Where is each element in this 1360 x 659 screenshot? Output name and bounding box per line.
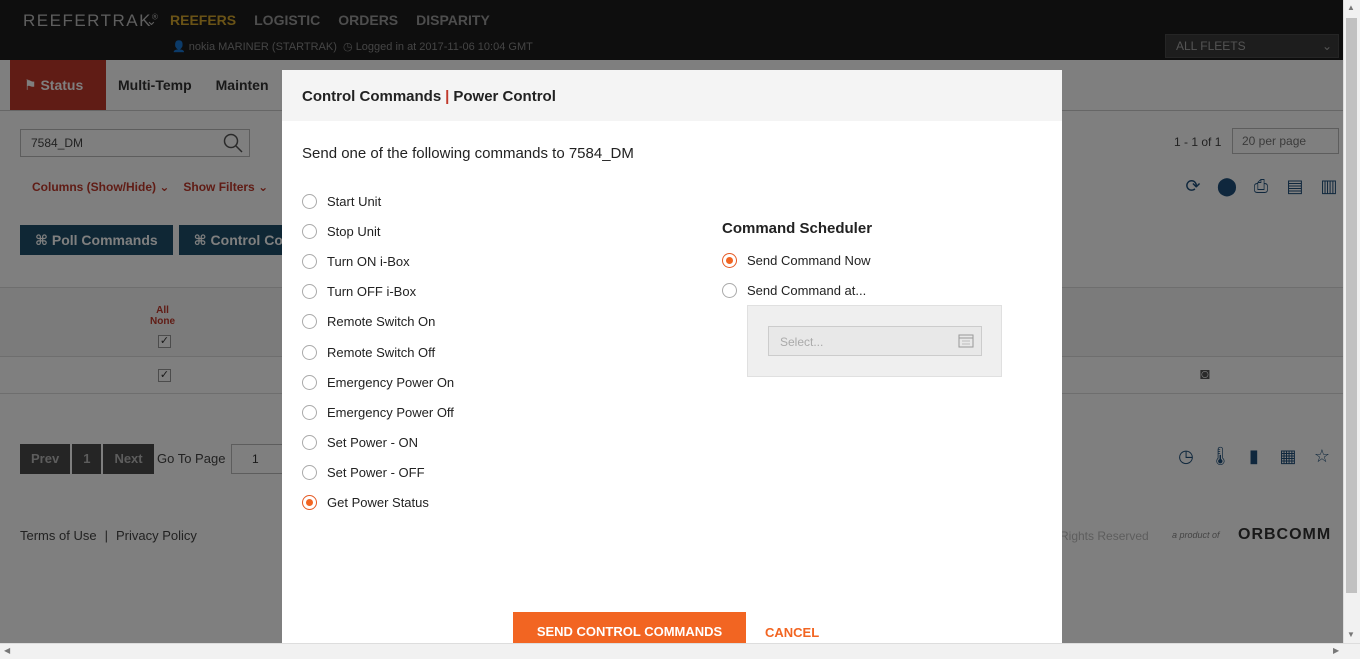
modal-intro: Send one of the following commands to 75… [302,145,634,162]
scroll-down-arrow-icon[interactable]: ▼ [1347,630,1355,639]
command-label: Remote Switch Off [327,344,436,360]
schedule-panel: Select... [747,305,1002,377]
command-option[interactable]: Start Unit [302,186,454,216]
command-label: Set Power - ON [327,435,419,451]
command-option[interactable]: Stop Unit [302,216,454,246]
calendar-icon[interactable] [957,332,975,350]
command-label: Stop Unit [327,223,381,239]
send-now-option[interactable]: Send Command Now [722,245,871,275]
command-label: Start Unit [327,193,382,209]
command-label: Remote Switch On [327,314,436,330]
command-radio[interactable] [302,465,317,481]
command-radio[interactable] [302,374,317,390]
command-option[interactable]: Set Power - ON [302,428,454,458]
command-option[interactable]: Remote Switch On [302,307,454,337]
send-control-commands-button[interactable]: SEND CONTROL COMMANDS [513,612,746,643]
send-now-radio[interactable] [722,252,737,268]
command-option[interactable]: Remote Switch Off [302,337,454,367]
scroll-up-arrow-icon[interactable]: ▲ [1347,3,1355,12]
command-option[interactable]: Emergency Power On [302,367,454,397]
command-radio[interactable] [302,284,317,300]
modal-title: Control Commands | Power Control [282,70,1062,121]
command-radio[interactable] [302,314,317,330]
command-radio[interactable] [302,344,317,360]
schedule-date-input[interactable]: Select... [768,326,982,356]
command-radio[interactable] [302,253,317,269]
command-radio[interactable] [302,495,317,511]
cancel-button[interactable]: CANCEL [765,625,819,640]
command-radio[interactable] [302,435,317,451]
scheduler-options: Send Command Now Send Command at... [722,245,871,305]
command-label: Emergency Power Off [327,404,454,420]
vertical-scroll-thumb[interactable] [1346,18,1357,593]
command-option[interactable]: Turn ON i-Box [302,246,454,276]
command-option[interactable]: Get Power Status [302,488,454,518]
command-option[interactable]: Emergency Power Off [302,397,454,427]
command-label: Set Power - OFF [327,465,425,481]
send-at-option[interactable]: Send Command at... [722,275,871,305]
command-list: Start Unit Stop Unit Turn ON i-Box Turn OFF… [302,186,454,518]
command-label: Turn ON i-Box [327,253,410,269]
horizontal-scrollbar[interactable] [0,643,1360,659]
command-label: Emergency Power On [327,374,455,390]
command-radio[interactable] [302,193,317,209]
control-commands-modal: Control Commands | Power Control Send one … [282,70,1062,643]
command-radio[interactable] [302,404,317,420]
command-option[interactable]: Turn OFF i-Box [302,277,454,307]
command-label: Get Power Status [327,495,429,511]
command-radio[interactable] [302,223,317,239]
scroll-right-arrow-icon[interactable]: ▶ [1333,646,1339,655]
command-option[interactable]: Set Power - OFF [302,458,454,488]
send-at-radio[interactable] [722,282,737,298]
scheduler-title: Command Scheduler [722,220,873,237]
command-label: Turn OFF i-Box [327,284,417,300]
scroll-left-arrow-icon[interactable]: ◀ [4,646,10,655]
